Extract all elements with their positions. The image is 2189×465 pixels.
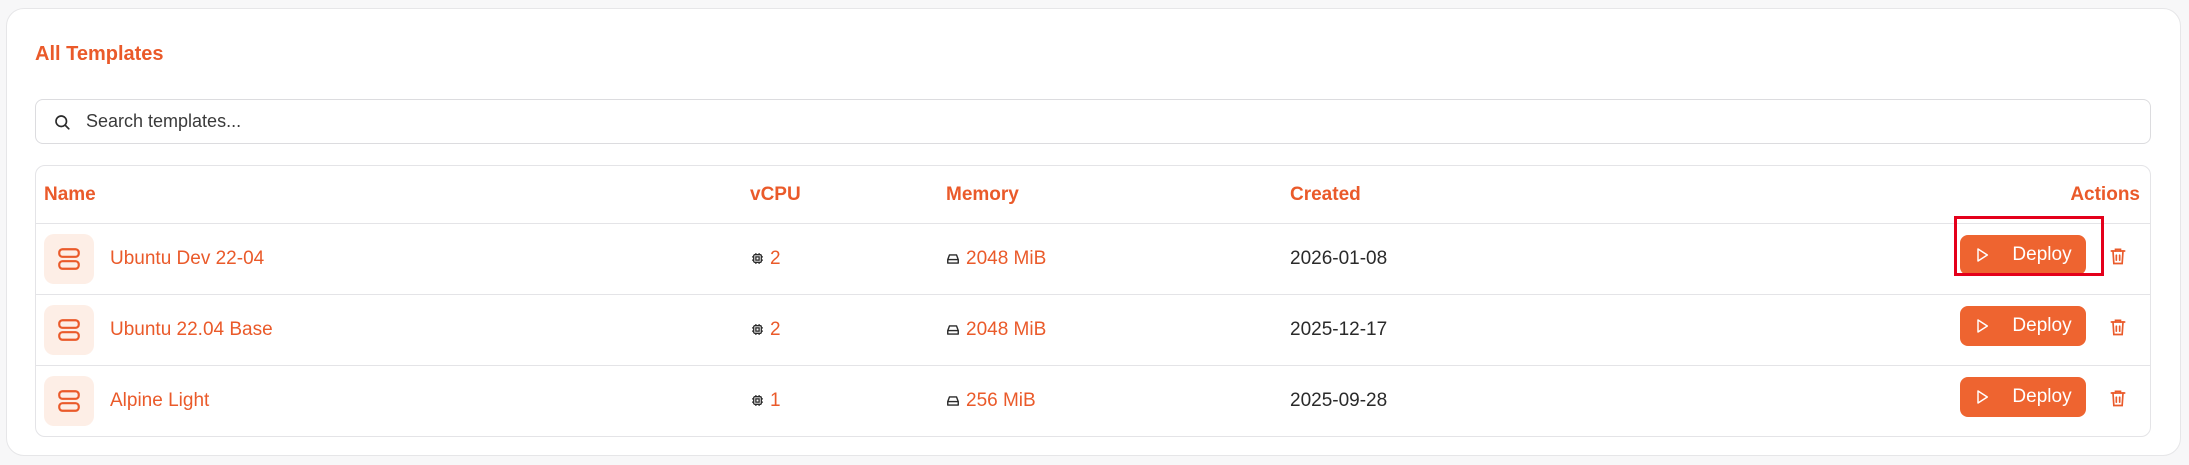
memory-value: 2048 MiB — [966, 247, 1047, 269]
column-header-name[interactable]: Name — [44, 184, 96, 206]
deploy-button[interactable]: Deploy — [1960, 235, 2086, 275]
search-box[interactable] — [35, 99, 2151, 144]
play-icon — [1974, 318, 1990, 334]
server-icon — [44, 375, 94, 426]
created-date: 2026-01-08 — [1290, 247, 1388, 269]
server-icon — [44, 304, 94, 355]
created-date: 2025-09-28 — [1290, 389, 1388, 411]
play-icon — [1974, 247, 1990, 263]
cpu-icon — [750, 323, 764, 337]
page-title: All Templates — [35, 43, 164, 65]
deploy-button[interactable]: Deploy — [1960, 306, 2086, 346]
table-row[interactable]: Alpine Light 1 256 MiB 2025-09-28 Deploy — [36, 365, 2150, 436]
trash-icon[interactable] — [2108, 317, 2128, 337]
column-header-vcpu[interactable]: vCPU — [750, 184, 801, 206]
trash-icon[interactable] — [2108, 246, 2128, 266]
server-icon — [44, 233, 94, 284]
cpu-icon — [750, 394, 764, 408]
column-header-memory[interactable]: Memory — [946, 184, 1019, 206]
drive-icon — [946, 252, 960, 266]
template-name[interactable]: Ubuntu 22.04 Base — [110, 319, 273, 341]
templates-card: All Templates Name vCPU Memory Created A… — [6, 8, 2181, 456]
vcpu-value: 2 — [770, 318, 781, 340]
template-name[interactable]: Alpine Light — [110, 390, 209, 412]
table-header: Name vCPU Memory Created Actions — [36, 166, 2150, 224]
templates-table: Name vCPU Memory Created Actions Ubuntu … — [35, 165, 2151, 437]
memory-value: 2048 MiB — [966, 318, 1047, 340]
created-date: 2025-12-17 — [1290, 318, 1388, 340]
deploy-label: Deploy — [2012, 244, 2072, 265]
trash-icon[interactable] — [2108, 388, 2128, 408]
template-name[interactable]: Ubuntu Dev 22-04 — [110, 248, 264, 270]
drive-icon — [946, 323, 960, 337]
search-input[interactable] — [84, 110, 1988, 133]
table-row[interactable]: Ubuntu Dev 22-04 2 2048 MiB 2026-01-08 D… — [36, 223, 2150, 295]
memory-value: 256 MiB — [966, 389, 1036, 411]
deploy-label: Deploy — [2012, 315, 2072, 336]
cpu-icon — [750, 252, 764, 266]
deploy-button[interactable]: Deploy — [1960, 377, 2086, 417]
deploy-label: Deploy — [2012, 386, 2072, 407]
vcpu-value: 1 — [770, 389, 781, 411]
search-icon — [52, 112, 72, 132]
vcpu-value: 2 — [770, 247, 781, 269]
table-row[interactable]: Ubuntu 22.04 Base 2 2048 MiB 2025-12-17 — [36, 294, 2150, 366]
column-header-created[interactable]: Created — [1290, 184, 1361, 206]
drive-icon — [946, 394, 960, 408]
play-icon — [1974, 389, 1990, 405]
column-header-actions: Actions — [2070, 184, 2140, 205]
